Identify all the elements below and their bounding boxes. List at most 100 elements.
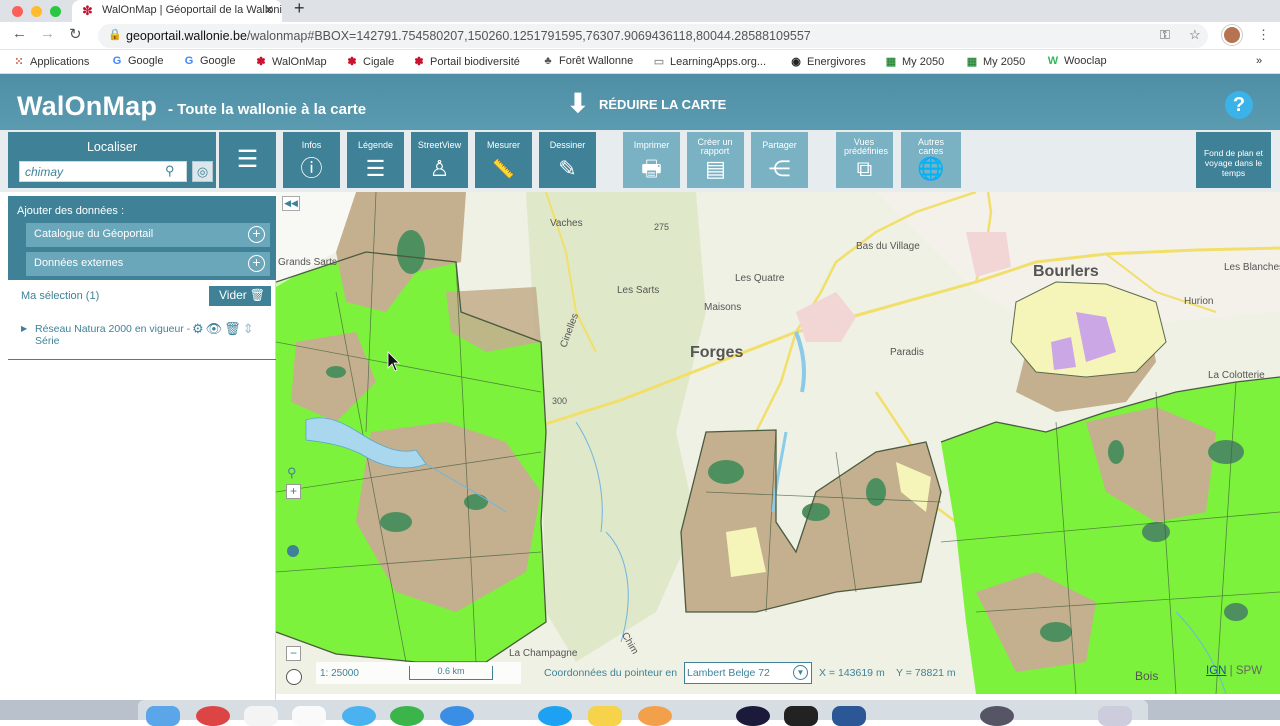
collapse-panel-button[interactable]: ◀◀ [282, 196, 300, 211]
scale-bar: 0.6 km [409, 666, 493, 680]
reload-icon[interactable]: ↻ [69, 25, 82, 43]
creer-rapport-button[interactable]: Créer un rapport ▤ [687, 132, 744, 188]
bookmark-cigale[interactable]: ✽ Cigale [345, 55, 394, 68]
share-icon: ⋲ [768, 156, 791, 181]
layers-menu-button[interactable]: ☰ [219, 132, 276, 188]
map-label-grands-sarts: Grands Sarts [278, 257, 337, 268]
dark-app-icon[interactable] [736, 706, 770, 726]
photos-icon[interactable] [638, 706, 672, 726]
bookmark-walonmap[interactable]: ✽ WalOnMap [254, 55, 326, 68]
plus-circle-icon: + [248, 226, 265, 243]
catalogue-button[interactable]: Catalogue du Géoportail + [26, 223, 270, 247]
app-red-icon[interactable] [196, 706, 230, 726]
map-canvas[interactable]: Vaches 275 Bas du Village Grands Sarts L… [276, 192, 1280, 694]
zoom-in-button[interactable]: + [286, 484, 301, 499]
back-arrow-icon[interactable]: ← [12, 25, 27, 42]
google-icon: G [184, 55, 194, 67]
mesurer-button[interactable]: Mesurer 📏 [475, 132, 532, 188]
whatsapp-icon[interactable] [390, 706, 424, 726]
notes-yellow-icon[interactable] [588, 706, 622, 726]
url-input[interactable]: 🔒 geoportail.wallonie.be/walonmap#BBOX=1… [98, 24, 1208, 48]
bookmarks-overflow-button[interactable]: » [1256, 55, 1262, 67]
globe-icon: ◉ [791, 56, 801, 68]
twitter-icon[interactable] [538, 706, 572, 726]
coordinate-x: X = 143619 m [819, 667, 885, 679]
kebab-menu-icon[interactable]: ⋮ [1257, 27, 1270, 43]
terminal-icon[interactable] [784, 706, 818, 726]
map-attribution: IGN | SPW [1206, 665, 1263, 677]
map-label-la-colotterie: La Colotterie [1208, 370, 1265, 381]
legende-button[interactable]: Légende ☰ [347, 132, 404, 188]
bookmark-applications[interactable]: ⁙ Applications [12, 55, 89, 68]
map-label-alt-300: 300 [552, 396, 568, 406]
maximize-window-button[interactable] [50, 6, 61, 17]
help-button[interactable]: ? [1225, 91, 1253, 119]
dragon-icon: ✽ [256, 56, 266, 68]
app-header: WalOnMap - Toute la wallonie à la carte … [0, 74, 1280, 130]
donnees-externes-button[interactable]: Données externes + [26, 252, 270, 276]
expand-triangle-icon[interactable]: ▶ [21, 324, 27, 333]
plus-circle-icon: + [248, 255, 265, 272]
bookmark-google-2[interactable]: G Google [182, 55, 236, 67]
minimize-window-button[interactable] [31, 6, 42, 17]
reorder-icon[interactable]: ⇕ [243, 321, 256, 336]
browser-tab[interactable]: ✽ WalOnMap | Géoportail de la Wallonie ✕ [72, 0, 282, 22]
search-input[interactable]: chimay [19, 161, 187, 182]
key-icon[interactable]: ⚿ [1160, 27, 1170, 43]
map-label-la-champagne: La Champagne [509, 648, 578, 659]
vider-button[interactable]: Vider 🗑 [209, 286, 271, 306]
safari-icon[interactable] [342, 706, 376, 726]
streetview-button[interactable]: StreetView ♙ [411, 132, 468, 188]
finder-icon[interactable] [146, 706, 180, 726]
bookmark-foret-wallonne[interactable]: ♣ Forêt Wallonne [541, 55, 633, 67]
google-icon: G [112, 55, 122, 67]
bookmark-portail-biodiversite[interactable]: ✽ Portail biodiversité [412, 55, 519, 68]
star-icon[interactable]: ☆ [1189, 27, 1201, 43]
map-label-forges: Forges [690, 344, 744, 361]
zoom-slider-handle[interactable] [287, 545, 299, 557]
avatar[interactable] [1222, 25, 1242, 45]
ign-link[interactable]: IGN [1206, 665, 1226, 677]
bookmark-my2050-1[interactable]: ▦ My 2050 [884, 55, 944, 68]
vues-predefinies-button[interactable]: Vues prédéfinies ⧉ [836, 132, 893, 188]
zoom-out-button[interactable]: − [286, 646, 301, 661]
arrow-down-icon: ⬇ [567, 88, 589, 118]
autres-cartes-button[interactable]: Autres cartes 🌐 [901, 132, 961, 188]
infos-button[interactable]: Infos ⓘ [283, 132, 340, 188]
geolocate-button[interactable]: ◎ [192, 161, 213, 182]
word-icon[interactable] [832, 706, 866, 726]
bookmark-learningapps[interactable]: ▭ LearningApps.org... [652, 55, 766, 68]
trash-icon[interactable]: 🗑 [224, 321, 243, 336]
dragon-icon: ✽ [414, 56, 424, 68]
close-window-button[interactable] [12, 6, 23, 17]
new-tab-button[interactable]: + [294, 0, 305, 19]
close-tab-icon[interactable]: ✕ [264, 3, 274, 17]
forward-arrow-icon[interactable]: → [40, 25, 55, 42]
app-logo[interactable]: WalOnMap [17, 91, 157, 122]
imprimer-button[interactable]: Imprimer 🖶 [623, 132, 680, 188]
map-label-les-sarts: Les Sarts [617, 285, 660, 296]
bookmark-wooclap[interactable]: W Wooclap [1046, 55, 1107, 67]
bookmark-energivores[interactable]: ◉ Energivores [789, 55, 866, 68]
browser-icon[interactable] [440, 706, 474, 726]
partager-button[interactable]: Partager ⋲ [751, 132, 808, 188]
coordinate-system-select[interactable]: Lambert Belge 72 ▼ [684, 662, 812, 684]
list-icon: ☰ [365, 156, 386, 181]
overview-toggle[interactable] [286, 669, 302, 685]
trash-dock-icon[interactable] [1098, 706, 1132, 726]
calendar-icon[interactable] [244, 706, 278, 726]
fond-de-plan-button[interactable]: Fond de plan et voyage dans le temps [1196, 132, 1271, 188]
eye-icon[interactable]: 👁 [206, 321, 225, 336]
notes-icon[interactable] [292, 706, 326, 726]
map-label-bas-du-village: Bas du Village [856, 241, 920, 252]
bookmark-google-1[interactable]: G Google [110, 55, 164, 67]
zoom-search-icon[interactable]: ⚲ [287, 465, 297, 481]
scale-value: 1: 25000 [320, 668, 359, 679]
toolbar: Localiser chimay ⚲ ◎ ☰ Infos ⓘ Légende ☰… [0, 130, 1280, 192]
system-icon[interactable] [980, 706, 1014, 726]
dessiner-button[interactable]: Dessiner ✎ [539, 132, 596, 188]
spw-link[interactable]: SPW [1236, 665, 1262, 677]
search-icon[interactable]: ⚲ [165, 163, 175, 179]
bookmark-my2050-2[interactable]: ▦ My 2050 [965, 55, 1025, 68]
gear-icon[interactable]: ⚙ [192, 321, 206, 336]
